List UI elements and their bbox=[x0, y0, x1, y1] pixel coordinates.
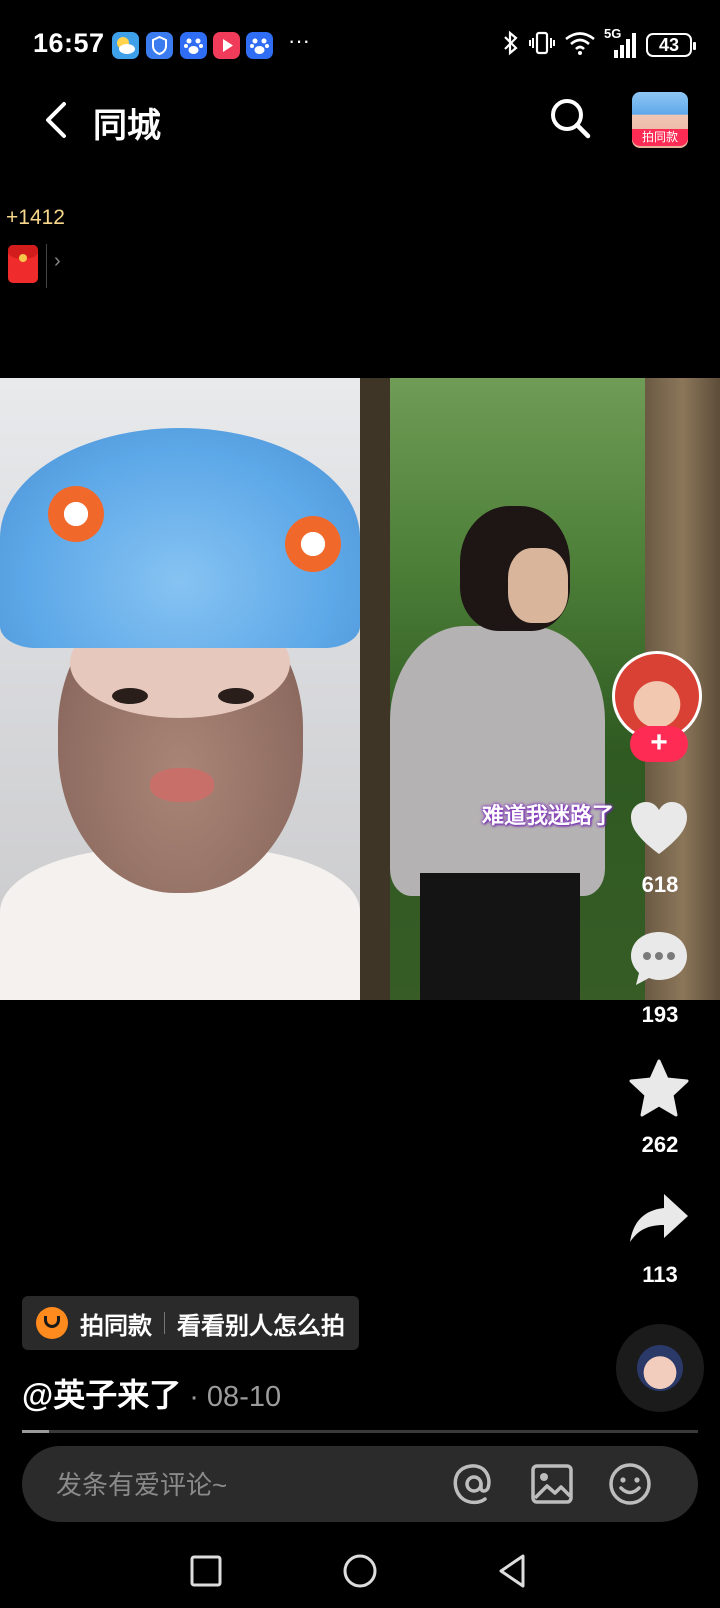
status-indicators: 5G 43 bbox=[502, 26, 696, 62]
video-progress-bar[interactable] bbox=[22, 1430, 698, 1433]
flower-ornament bbox=[48, 486, 104, 542]
recents-button[interactable] bbox=[186, 1551, 226, 1591]
emoji-button[interactable] bbox=[608, 1462, 652, 1506]
comment-bar bbox=[22, 1446, 698, 1524]
weather-icon bbox=[112, 32, 139, 59]
face-shape bbox=[508, 548, 568, 623]
status-bar: 16:57 ··· 5G 43 bbox=[0, 0, 720, 90]
comment-count: 193 bbox=[641, 1002, 679, 1027]
shirt-shape bbox=[390, 626, 605, 896]
comment-button[interactable] bbox=[628, 928, 690, 990]
bluetooth-icon bbox=[502, 29, 520, 62]
search-icon bbox=[551, 99, 591, 139]
share-count: 113 bbox=[642, 1262, 678, 1287]
favorite-count: 262 bbox=[641, 1132, 679, 1157]
comment-input[interactable] bbox=[54, 1446, 438, 1524]
video-progress-fill bbox=[22, 1430, 50, 1433]
post-date: · 08-10 bbox=[189, 1381, 282, 1413]
baidu-icon bbox=[180, 32, 207, 59]
video-app-icon bbox=[213, 32, 240, 59]
same-style-logo-icon bbox=[36, 1307, 68, 1339]
author-line: @英子来了 · 08-10 bbox=[22, 1370, 281, 1416]
emoji-icon bbox=[609, 1463, 651, 1505]
back-button[interactable] bbox=[38, 96, 78, 144]
like-button[interactable] bbox=[628, 798, 690, 860]
mention-button[interactable] bbox=[452, 1462, 496, 1506]
chevron-left-icon bbox=[46, 102, 66, 138]
favorite-button[interactable] bbox=[628, 1058, 690, 1120]
heart-icon bbox=[631, 802, 687, 854]
pants-shape bbox=[420, 873, 580, 1000]
image-icon bbox=[531, 1464, 573, 1504]
star-icon bbox=[629, 1059, 689, 1117]
author-name[interactable]: @英子来了 bbox=[22, 1377, 181, 1413]
eye-shape bbox=[112, 688, 148, 704]
shield-app-icon bbox=[146, 32, 173, 59]
system-nav-bar bbox=[0, 1535, 720, 1608]
expand-arrow-icon[interactable]: › bbox=[54, 250, 61, 273]
square-icon bbox=[190, 1555, 222, 1587]
status-time: 16:57 bbox=[33, 28, 105, 58]
coin-count: +1412 bbox=[6, 206, 65, 229]
tree-trunk bbox=[360, 378, 390, 1000]
battery-level: 43 bbox=[658, 34, 680, 55]
divider bbox=[46, 244, 47, 288]
page-title: 同城 bbox=[93, 107, 161, 145]
back-nav-button[interactable] bbox=[493, 1551, 533, 1591]
wifi-icon bbox=[564, 30, 596, 61]
red-packet-icon[interactable] bbox=[8, 245, 38, 283]
overflow-dots: ··· bbox=[288, 28, 310, 53]
chip-divider bbox=[164, 1312, 165, 1334]
triangle-back-icon bbox=[499, 1554, 525, 1588]
like-count: 618 bbox=[641, 872, 679, 897]
at-icon bbox=[453, 1464, 491, 1505]
circle-icon bbox=[343, 1554, 377, 1588]
video-left-pane bbox=[0, 378, 360, 1000]
same-style-thumb-label: 拍同款 bbox=[632, 129, 688, 146]
cellular-signal-icon: 5G bbox=[604, 26, 638, 60]
same-style-chip[interactable]: 拍同款 看看别人怎么拍 bbox=[22, 1296, 359, 1350]
vibrate-icon bbox=[528, 29, 556, 62]
eye-shape bbox=[218, 688, 254, 704]
home-button[interactable] bbox=[340, 1551, 380, 1591]
lips-shape bbox=[150, 768, 214, 802]
video-caption: 难道我迷路了 bbox=[482, 803, 615, 828]
share-button[interactable] bbox=[628, 1188, 690, 1250]
baidu-icon bbox=[246, 32, 273, 59]
music-disc-avatar bbox=[637, 1345, 683, 1391]
share-arrow-icon bbox=[630, 1194, 688, 1242]
image-button[interactable] bbox=[530, 1462, 574, 1506]
search-button[interactable] bbox=[548, 96, 592, 140]
comment-icon bbox=[631, 932, 687, 985]
same-style-label: 拍同款 bbox=[80, 1312, 152, 1340]
follow-button[interactable]: + bbox=[630, 726, 688, 762]
flower-ornament bbox=[285, 516, 341, 572]
same-style-thumbnail-button[interactable]: 拍同款 bbox=[632, 92, 688, 148]
see-others-label: 看看别人怎么拍 bbox=[177, 1312, 345, 1340]
battery-indicator: 43 bbox=[646, 33, 696, 57]
